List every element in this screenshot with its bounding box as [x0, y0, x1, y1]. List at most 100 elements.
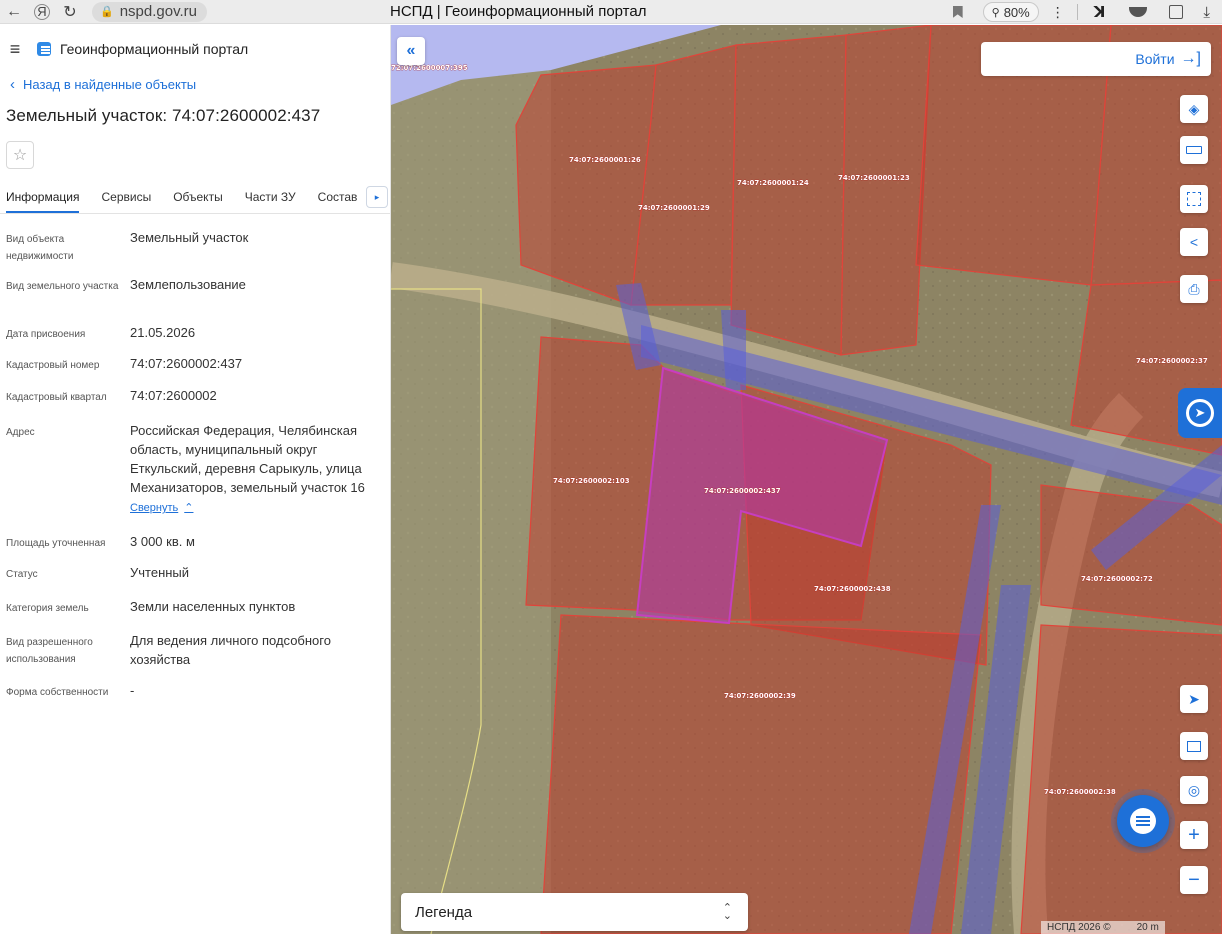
- parcel-label: 74:07:2600002:72: [1081, 575, 1153, 583]
- chat-icon: [1130, 808, 1156, 834]
- attr-row-area: Площадь уточненная 3 000 кв. м: [0, 532, 390, 563]
- browser-right-tools: ⚲ 80% ⋮ ꓘ ⤓: [952, 0, 1216, 24]
- back-to-results-link[interactable]: ‹ Назад в найденные объекты: [0, 73, 390, 95]
- parcel-label: 72:07:2600007:395: [391, 64, 468, 72]
- locate-button[interactable]: ➤: [1180, 685, 1208, 713]
- parcel-label: 74:07:2600002:438: [814, 585, 891, 593]
- layers-button[interactable]: ◈: [1180, 95, 1208, 123]
- tabs-scroll-right-icon[interactable]: ▸: [366, 186, 388, 208]
- extension-icon[interactable]: ꓘ: [1094, 3, 1106, 21]
- login-button[interactable]: Войти →]: [981, 42, 1211, 76]
- minimap-icon: [1187, 740, 1201, 752]
- ruler-button[interactable]: [1180, 136, 1208, 164]
- chevron-up-icon: ⌃: [184, 502, 194, 514]
- attr-label: Кадастровый квартал: [6, 392, 107, 403]
- address-bar[interactable]: 🔒 nspd.gov.ru: [92, 1, 207, 22]
- download-icon[interactable]: ⤓: [1203, 4, 1210, 21]
- attr-value: 3 000 кв. м: [130, 534, 195, 549]
- extension-hat-icon[interactable]: [1129, 7, 1148, 17]
- share-button[interactable]: <: [1180, 228, 1208, 256]
- attr-row-address: Адрес Российская Федерация, Челябинская …: [0, 421, 390, 532]
- legend-dropdown[interactable]: Легенда ⌃ ⌄: [401, 893, 748, 931]
- chat-button[interactable]: [1117, 795, 1169, 847]
- attr-row-land-kind: Вид земельного участка Землепользование: [0, 275, 390, 323]
- attr-label: Дата присвоения: [6, 329, 86, 340]
- login-arrow-icon: →]: [1180, 50, 1201, 67]
- zoom-search-icon: ⚲: [991, 6, 1000, 19]
- ruler-icon: [1186, 146, 1202, 154]
- more-menu-icon[interactable]: ⋮: [1045, 4, 1071, 21]
- copyright-text: НСПД 2026 ©: [1047, 922, 1111, 933]
- attr-row-status: Статус Учтенный: [0, 563, 390, 597]
- portal-title: Геоинформационный портал: [60, 41, 249, 57]
- map-canvas[interactable]: 72:07:2600007:395 74:07:2600001:26 74:07…: [391, 25, 1222, 934]
- tab-objects[interactable]: Объекты: [173, 190, 223, 213]
- back-link-label: Назад в найденные объекты: [23, 76, 197, 92]
- extension-tshirt-icon[interactable]: [1169, 5, 1184, 19]
- chevron-left-icon: ‹: [10, 75, 15, 93]
- attr-label: Статус: [6, 569, 38, 580]
- zoom-value: 80%: [1003, 4, 1030, 20]
- geolocation-icon: ◎: [1187, 781, 1201, 798]
- collapse-panel-button[interactable]: «: [397, 37, 425, 65]
- tab-information[interactable]: Информация: [6, 190, 80, 213]
- collapse-link-label: Свернуть: [130, 502, 179, 514]
- attr-label: Вид объекта недвижимости: [6, 234, 74, 262]
- map-view[interactable]: 72:07:2600007:395 74:07:2600001:26 74:07…: [391, 25, 1222, 934]
- select-area-button[interactable]: [1180, 185, 1208, 213]
- collapse-address-link[interactable]: Свернуть ⌃: [130, 499, 193, 518]
- tab-parts[interactable]: Части ЗУ: [245, 190, 296, 213]
- favorite-button[interactable]: ☆: [6, 141, 34, 169]
- attr-row-cad-number: Кадастровый номер 74:07:2600002:437: [0, 354, 390, 386]
- parcel-label: 74:07:2600001:26: [569, 156, 641, 164]
- parcel-label: 74:07:2600002:103: [553, 477, 630, 485]
- parcel-label: 74:07:2600001:23: [838, 174, 910, 182]
- attr-value: Земли населенных пунктов: [130, 599, 296, 614]
- attr-row-category: Категория земель Земли населенных пункто…: [0, 597, 390, 631]
- yandex-icon[interactable]: Я: [34, 3, 50, 20]
- attr-value: Для ведения личного подсобного хозяйства: [130, 633, 331, 667]
- select-area-icon: [1187, 192, 1201, 206]
- attr-label: Форма собственности: [6, 687, 109, 698]
- star-icon: ☆: [12, 147, 28, 164]
- parcel-label: 74:07:2600002:39: [724, 692, 796, 700]
- scale-bar: 20 m: [1136, 922, 1159, 933]
- zoom-indicator[interactable]: ⚲ 80%: [982, 2, 1039, 22]
- bookmark-icon[interactable]: [952, 6, 963, 18]
- parcel-label: 74:07:2600001:24: [737, 179, 809, 187]
- attr-value-address: Российская Федерация, Челябинская област…: [130, 421, 380, 532]
- attr-label: Категория земель: [6, 603, 89, 614]
- portal-logo-icon: [36, 41, 52, 57]
- url-text: nspd.gov.ru: [119, 3, 197, 20]
- parcel-label: 74:07:2600002:437: [704, 487, 781, 495]
- address-text: Российская Федерация, Челябинская област…: [130, 423, 365, 495]
- hamburger-menu-icon[interactable]: ≡: [6, 39, 24, 60]
- attr-label: Вид земельного участка: [6, 281, 119, 292]
- attr-value: 74:07:2600002:437: [130, 356, 243, 371]
- attr-value: Землепользование: [130, 277, 246, 292]
- attr-value: 21.05.2026: [130, 325, 196, 340]
- attr-row-ownership: Форма собственности -: [0, 681, 390, 711]
- attr-row-object-type: Вид объекта недвижимости Земельный участ…: [0, 228, 390, 275]
- parcel-label: 74:07:2600002:38: [1044, 788, 1116, 796]
- zoom-in-button[interactable]: +: [1180, 821, 1208, 849]
- geolocation-button[interactable]: ◎: [1180, 776, 1208, 804]
- attr-row-cad-quarter: Кадастровый квартал 74:07:2600002: [0, 386, 390, 421]
- attr-label: Кадастровый номер: [6, 360, 100, 371]
- back-arrow-icon[interactable]: ←: [0, 0, 28, 24]
- reload-icon[interactable]: ↻: [56, 0, 84, 24]
- attr-value: -: [130, 683, 135, 698]
- minimap-button[interactable]: [1180, 732, 1208, 760]
- feedback-logo-icon: ➤: [1186, 399, 1214, 427]
- toolbar-separator: [1076, 4, 1078, 20]
- object-title: Земельный участок: 74:07:2600002:437: [6, 106, 321, 125]
- tab-composition[interactable]: Состав: [318, 190, 358, 213]
- attr-value: 74:07:2600002: [130, 388, 217, 403]
- print-button[interactable]: ⎙: [1180, 275, 1208, 303]
- attr-label: Площадь уточненная: [6, 538, 106, 549]
- parcel-label: 74:07:2600001:29: [638, 204, 710, 212]
- zoom-out-button[interactable]: −: [1180, 866, 1208, 894]
- chevron-updown-icon: ⌃ ⌄: [722, 902, 732, 922]
- side-feedback-tab[interactable]: ➤: [1178, 388, 1222, 438]
- tab-services[interactable]: Сервисы: [101, 190, 151, 213]
